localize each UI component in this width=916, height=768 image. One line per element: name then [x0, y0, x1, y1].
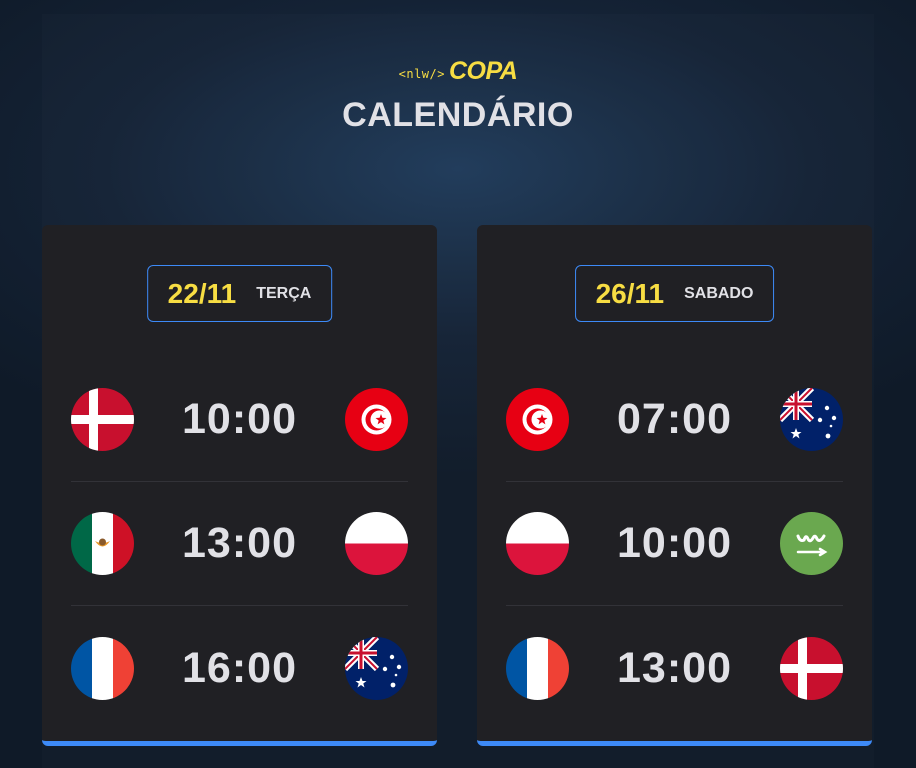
match-time: 13:00 [182, 519, 297, 567]
match-row: 16:00 [71, 606, 408, 730]
match-day-card: 26/11 SABADO 07:00 10:00 13:00 [477, 225, 872, 746]
weekday-label: TERÇA [256, 284, 312, 302]
logo-code: <nlw/> [398, 67, 445, 81]
match-row: 13:00 [71, 482, 408, 606]
poland-flag-icon [344, 512, 408, 575]
denmark-flag-icon [779, 636, 843, 700]
match-row: 13:00 [506, 606, 843, 730]
match-row: 10:00 [71, 358, 408, 482]
denmark-flag-icon [71, 388, 134, 451]
match-time: 10:00 [617, 519, 732, 567]
logo-copa: COPA [448, 57, 518, 85]
match-time: 13:00 [617, 643, 732, 692]
weekday-label: SABADO [684, 284, 754, 302]
nlw-copa-logo: <nlw/> COPA [398, 57, 518, 86]
match-row: 07:00 [506, 358, 843, 482]
date-badge: 22/11 TERÇA [146, 265, 333, 322]
france-flag-icon [71, 636, 134, 700]
date-number: 22/11 [167, 277, 237, 309]
match-list: 07:00 10:00 13:00 [506, 358, 843, 730]
page-header: <nlw/> COPA CALENDÁRIO [0, 57, 916, 135]
match-time: 16:00 [182, 643, 297, 692]
tunisia-flag-icon [344, 388, 408, 451]
australia-flag-icon [779, 388, 843, 451]
match-list: 10:00 13:00 16:00 [71, 358, 408, 730]
match-day-card: 22/11 TERÇA 10:00 13:00 16:00 [42, 225, 437, 746]
tunisia-flag-icon [506, 388, 569, 451]
australia-flag-icon [344, 636, 408, 700]
match-row: 10:00 [506, 482, 843, 606]
date-number: 26/11 [595, 277, 665, 309]
page-title: CALENDÁRIO [342, 96, 574, 134]
france-flag-icon [506, 636, 569, 700]
poland-flag-icon [506, 512, 569, 575]
mexico-flag-icon [71, 512, 134, 575]
match-time: 07:00 [617, 395, 732, 443]
date-badge: 26/11 SABADO [574, 265, 775, 322]
saudi-arabia-flag-icon [779, 512, 843, 575]
match-time: 10:00 [182, 395, 297, 443]
